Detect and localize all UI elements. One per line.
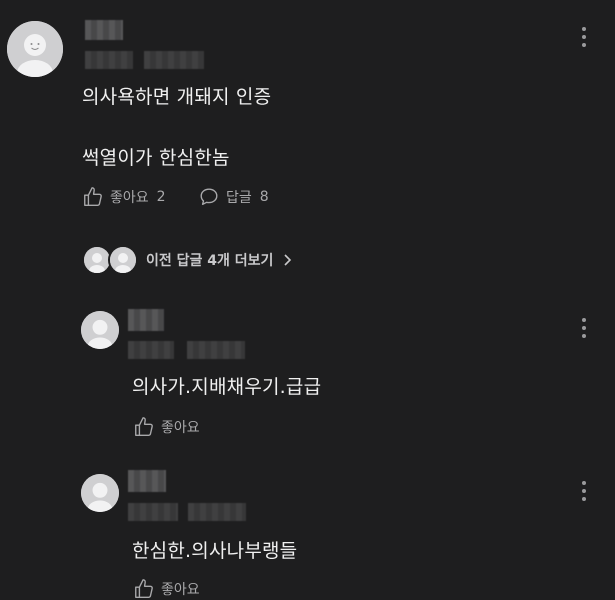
author-name-redacted bbox=[128, 470, 166, 492]
comment-text-line1: 의사욕하면 개돼지 인증 bbox=[82, 86, 272, 108]
like-count: 2 bbox=[156, 189, 166, 205]
previous-replies-toggle[interactable]: 이전 답글 4개 더보기 bbox=[82, 245, 293, 275]
like-button[interactable]: 좋아요 bbox=[133, 578, 200, 600]
like-label: 좋아요 bbox=[161, 420, 200, 436]
timestamp-redacted bbox=[187, 341, 245, 359]
reply-label: 답글 bbox=[226, 190, 252, 206]
author-meta-redacted bbox=[85, 51, 133, 69]
timestamp-redacted bbox=[144, 51, 204, 69]
thumbs-up-icon bbox=[135, 579, 153, 598]
default-avatar-icon bbox=[81, 474, 119, 512]
reply-button[interactable]: 답글 8 bbox=[198, 186, 269, 208]
author-meta-redacted bbox=[128, 503, 178, 521]
reply-text: 한심한.의사나부랭들 bbox=[132, 540, 298, 562]
avatar[interactable] bbox=[81, 474, 119, 512]
chevron-right-icon bbox=[284, 254, 292, 266]
avatar[interactable] bbox=[7, 21, 63, 77]
previous-replies-label: 이전 답글 4개 더보기 bbox=[146, 253, 274, 269]
more-options-icon[interactable] bbox=[574, 477, 594, 505]
author-meta-redacted bbox=[128, 341, 174, 359]
thumbs-up-icon bbox=[84, 187, 102, 206]
author-name-redacted bbox=[85, 20, 123, 40]
comment-text-line2: 썩열이가 한심한놈 bbox=[82, 147, 230, 169]
reply-avatar-icon bbox=[108, 245, 138, 275]
default-avatar-icon bbox=[7, 21, 63, 77]
avatar[interactable] bbox=[81, 311, 119, 349]
reply-count: 8 bbox=[259, 189, 269, 205]
default-avatar-icon bbox=[81, 311, 119, 349]
more-options-icon[interactable] bbox=[574, 314, 594, 342]
more-options-icon[interactable] bbox=[574, 23, 594, 51]
like-label: 좋아요 bbox=[161, 582, 200, 598]
thumbs-up-icon bbox=[135, 417, 153, 436]
reply-text: 의사가.지배채우기.급급 bbox=[132, 376, 322, 398]
author-name-redacted bbox=[128, 309, 164, 331]
speech-bubble-icon bbox=[200, 188, 218, 206]
like-button[interactable]: 좋아요 bbox=[133, 416, 200, 438]
like-button[interactable]: 좋아요 2 bbox=[82, 186, 166, 208]
like-label: 좋아요 bbox=[110, 190, 149, 206]
timestamp-redacted bbox=[188, 503, 246, 521]
